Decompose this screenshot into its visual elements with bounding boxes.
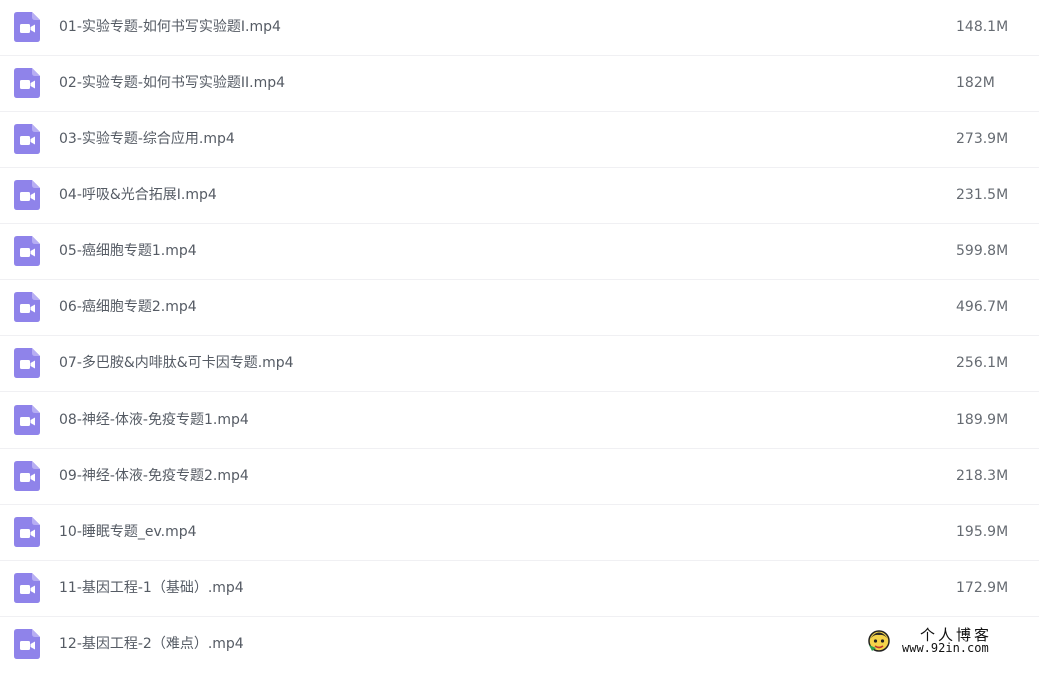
file-size: 172.9M [956,580,1009,596]
file-name[interactable]: 01-实验专题-如何书写实验题I.mp4 [59,17,281,37]
video-file-icon [14,573,40,603]
video-file-icon [14,517,40,547]
file-size: 231.5M [956,187,1009,203]
file-name[interactable]: 09-神经-体液-免疫专题2.mp4 [59,466,249,486]
file-size: 148.1M [956,19,1009,35]
file-size: 189.9M [956,412,1009,428]
file-name[interactable]: 06-癌细胞专题2.mp4 [59,297,197,317]
file-name[interactable]: 02-实验专题-如何书写实验题II.mp4 [59,73,285,93]
file-name[interactable]: 10-睡眠专题_ev.mp4 [59,522,197,542]
file-name[interactable]: 04-呼吸&光合拓展I.mp4 [59,185,217,205]
file-row[interactable]: 05-癌细胞专题1.mp4 599.8M [0,224,1039,280]
file-name[interactable]: 05-癌细胞专题1.mp4 [59,241,197,261]
file-row[interactable]: 02-实验专题-如何书写实验题II.mp4 182M [0,56,1039,112]
watermark-url: www.92in.com [902,641,989,655]
video-file-icon [14,12,40,42]
file-name[interactable]: 03-实验专题-综合应用.mp4 [59,129,235,149]
file-name[interactable]: 07-多巴胺&内啡肽&可卡因专题.mp4 [59,353,294,373]
file-size: 496.7M [956,299,1009,315]
watermark-logo-icon [868,630,890,652]
video-file-icon [14,405,40,435]
file-name[interactable]: 12-基因工程-2（难点）.mp4 [59,634,244,654]
file-row[interactable]: 07-多巴胺&内啡肽&可卡因专题.mp4 256.1M [0,336,1039,392]
video-file-icon [14,292,40,322]
video-file-icon [14,348,40,378]
file-row[interactable]: 09-神经-体液-免疫专题2.mp4 218.3M [0,449,1039,505]
video-file-icon [14,180,40,210]
video-file-icon [14,629,40,659]
file-row[interactable]: 08-神经-体液-免疫专题1.mp4 189.9M [0,393,1039,449]
file-size: 273.9M [956,131,1009,147]
video-file-icon [14,236,40,266]
file-row[interactable]: 01-实验专题-如何书写实验题I.mp4 148.1M [0,0,1039,56]
file-row[interactable]: 11-基因工程-1（基础）.mp4 172.9M [0,561,1039,617]
watermark: 个人博客 www.92in.com [866,624,1036,660]
file-row[interactable]: 06-癌细胞专题2.mp4 496.7M [0,280,1039,336]
file-size: 195.9M [956,524,1009,540]
file-row[interactable]: 04-呼吸&光合拓展I.mp4 231.5M [0,168,1039,224]
file-size: 256.1M [956,355,1009,371]
file-list: 01-实验专题-如何书写实验题I.mp4 148.1M 02-实验专题-如何书写实验… [0,0,1039,662]
video-file-icon [14,124,40,154]
file-size: 218.3M [956,468,1009,484]
file-row[interactable]: 10-睡眠专题_ev.mp4 195.9M [0,505,1039,561]
file-name[interactable]: 08-神经-体液-免疫专题1.mp4 [59,410,249,430]
file-row[interactable]: 03-实验专题-综合应用.mp4 273.9M [0,112,1039,168]
video-file-icon [14,68,40,98]
file-name[interactable]: 11-基因工程-1（基础）.mp4 [59,578,244,598]
file-size: 182M [956,75,995,91]
video-file-icon [14,461,40,491]
file-size: 599.8M [956,243,1009,259]
